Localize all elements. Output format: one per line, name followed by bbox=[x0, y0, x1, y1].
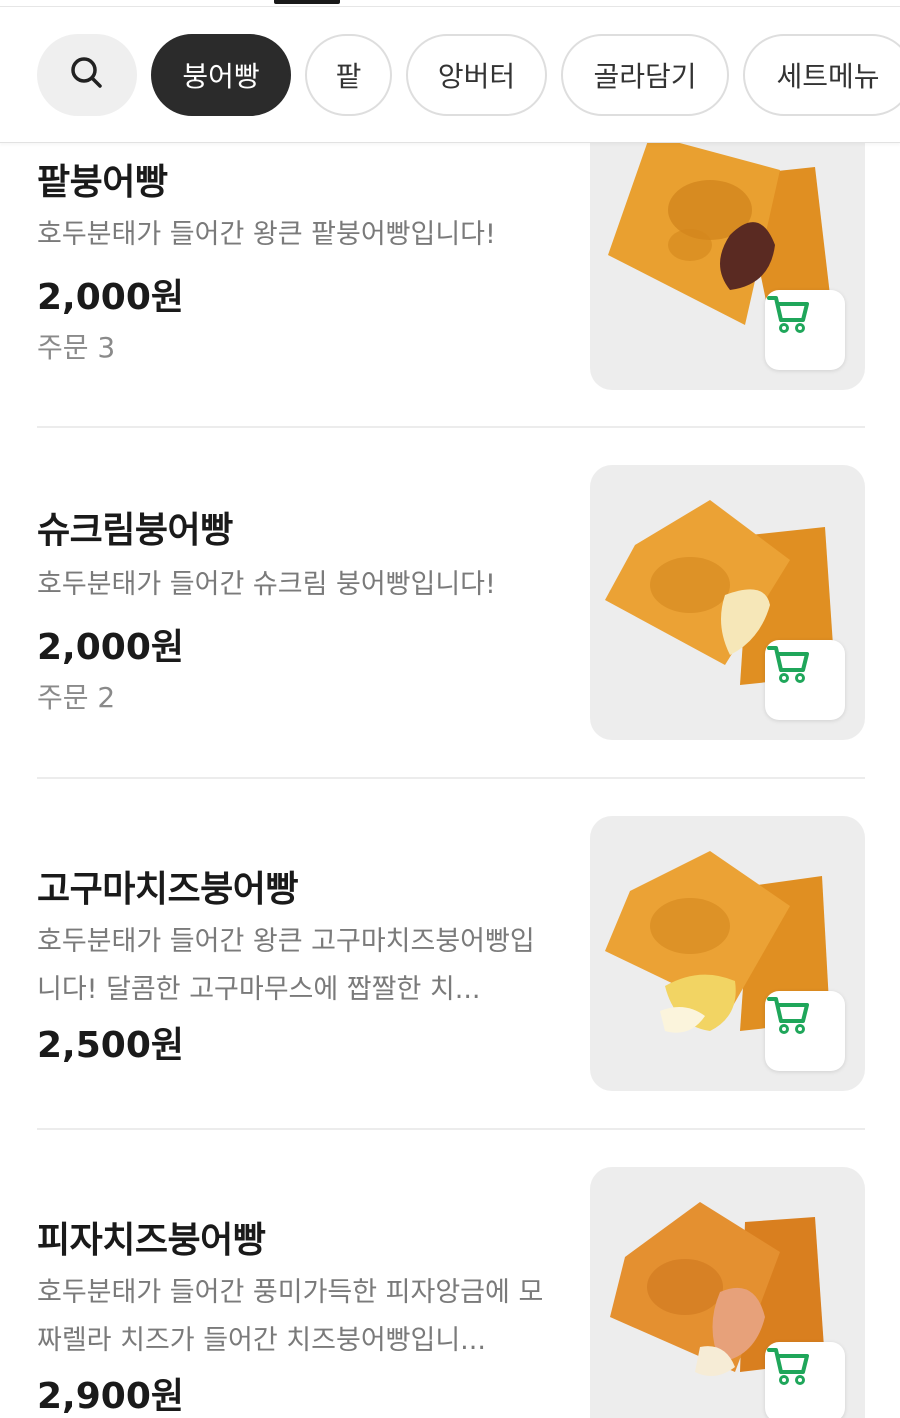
menu-item-description: 호두분태가 들어간 슈크림 붕어빵입니다! bbox=[37, 569, 496, 600]
category-chip-pick-mix[interactable]: 골라담기 bbox=[561, 34, 729, 116]
menu-item[interactable]: 고구마치즈붕어빵 호두분태가 들어간 왕큰 고구마치즈붕어빵입니다! 달콤한 고… bbox=[37, 816, 865, 1091]
menu-item[interactable]: 팥붕어빵 호두분태가 들어간 왕큰 팥붕어빵입니다! 2,000원 주문 3 bbox=[37, 115, 865, 390]
menu-item-image bbox=[590, 115, 865, 390]
search-icon bbox=[67, 53, 107, 97]
category-chip-set-menu[interactable]: 세트메뉴 bbox=[743, 34, 900, 116]
menu-item-name: 피자치즈붕어빵 bbox=[37, 1220, 266, 1261]
menu-item-image bbox=[590, 816, 865, 1091]
menu-divider bbox=[37, 1128, 865, 1130]
menu-item-image bbox=[590, 465, 865, 740]
menu-item-name: 고구마치즈붕어빵 bbox=[37, 869, 298, 910]
menu-divider bbox=[37, 777, 865, 779]
add-to-cart-button[interactable] bbox=[765, 1342, 845, 1418]
add-to-cart-button[interactable] bbox=[765, 290, 845, 370]
menu-item[interactable]: 슈크림붕어빵 호두분태가 들어간 슈크림 붕어빵입니다! 2,000원 주문 2 bbox=[37, 465, 865, 740]
menu-item-description: 호두분태가 들어간 왕큰 팥붕어빵입니다! bbox=[37, 219, 496, 250]
menu-divider bbox=[37, 426, 865, 428]
menu-item-price: 2,000원 bbox=[37, 277, 184, 318]
category-header: 붕어빵 팥 앙버터 골라담기 세트메뉴 bbox=[0, 7, 900, 143]
add-to-cart-button[interactable] bbox=[765, 991, 845, 1071]
category-chip-red-bean[interactable]: 팥 bbox=[305, 34, 392, 116]
menu-item-price: 2,000원 bbox=[37, 627, 184, 668]
menu-item-name: 팥붕어빵 bbox=[37, 162, 168, 203]
menu-item-price: 2,900원 bbox=[37, 1376, 184, 1417]
category-chip-bungeoppang[interactable]: 붕어빵 bbox=[151, 34, 291, 116]
top-scroll-indicator bbox=[274, 0, 340, 4]
add-to-cart-button[interactable] bbox=[765, 640, 845, 720]
menu-item[interactable]: 피자치즈붕어빵 호두분태가 들어간 풍미가득한 피자앙금에 모짜렐라 치즈가 들… bbox=[37, 1167, 865, 1418]
menu-item-description: 호두분태가 들어간 풍미가득한 피자앙금에 모짜렐라 치즈가 들어간 치즈붕어빵… bbox=[37, 1277, 544, 1356]
search-button[interactable] bbox=[37, 34, 137, 116]
menu-item-order-count: 주문 3 bbox=[37, 331, 116, 364]
category-chip-anbutter[interactable]: 앙버터 bbox=[406, 34, 547, 116]
menu-item-image bbox=[590, 1167, 865, 1418]
menu-item-order-count: 주문 2 bbox=[37, 681, 116, 714]
menu-item-price: 2,500원 bbox=[37, 1025, 184, 1066]
category-chip-bar: 붕어빵 팥 앙버터 골라담기 세트메뉴 bbox=[37, 34, 900, 116]
menu-item-name: 슈크림붕어빵 bbox=[37, 510, 233, 551]
menu-item-description: 호두분태가 들어간 왕큰 고구마치즈붕어빵입니다! 달콤한 고구마무스에 짭짤한… bbox=[37, 926, 535, 1005]
